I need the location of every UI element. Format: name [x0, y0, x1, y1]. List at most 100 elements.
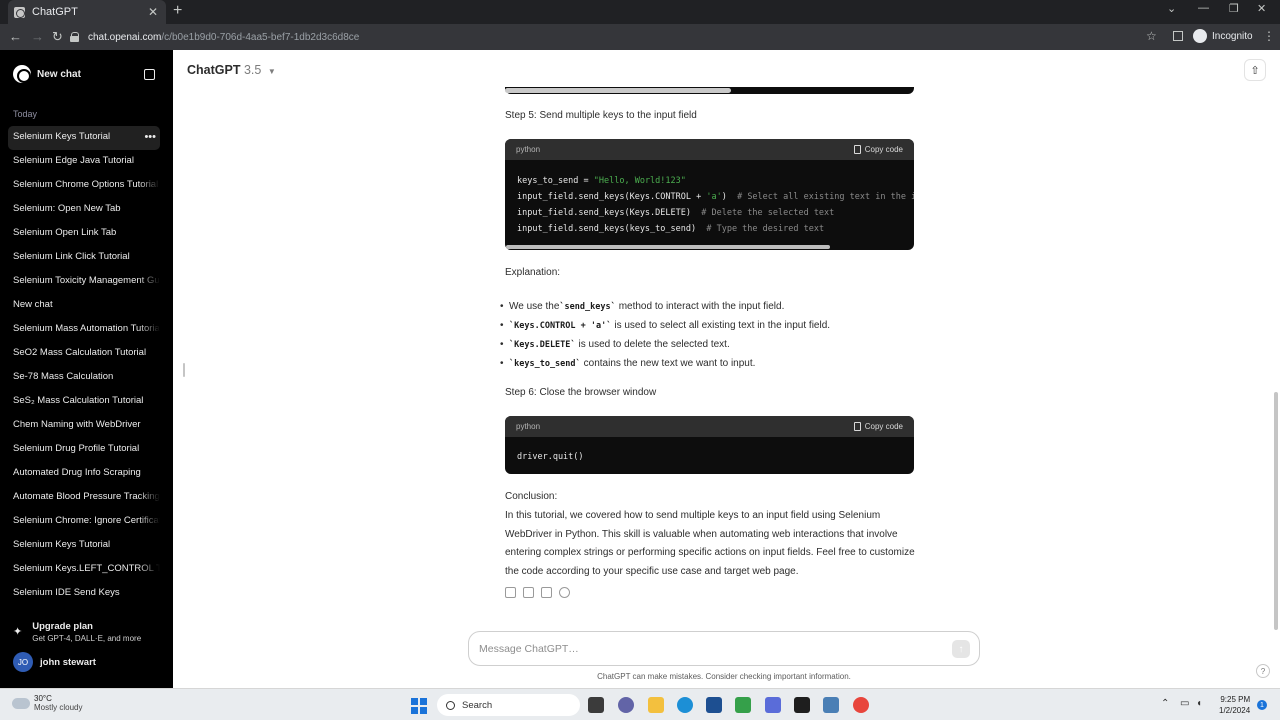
code-header: python Copy code	[505, 139, 914, 160]
copy-code-button[interactable]: Copy code	[853, 422, 903, 431]
tab-search-icon[interactable]: ⌄	[1167, 2, 1176, 15]
taskbar-search[interactable]: Search	[437, 694, 580, 716]
vpn-app-icon[interactable]	[765, 697, 781, 713]
browser-menu-icon[interactable]: ⋮	[1263, 29, 1275, 43]
history-item[interactable]: Selenium IDE Send Keys	[8, 582, 160, 606]
thumbs-down-icon[interactable]	[541, 587, 552, 598]
history-item[interactable]: Se-78 Mass Calculation	[8, 366, 160, 390]
browser-tab[interactable]: ChatGPT ✕	[8, 0, 166, 24]
forward-icon[interactable]: →	[31, 29, 44, 44]
close-tab-icon[interactable]: ✕	[146, 5, 160, 19]
history-item[interactable]: Chem Naming with WebDriver	[8, 414, 160, 438]
weather-temperature: 30°C	[34, 694, 52, 703]
code-scrollbar[interactable]	[506, 245, 830, 249]
thumbs-up-icon[interactable]	[523, 587, 534, 598]
new-tab-icon[interactable]: +	[173, 2, 182, 20]
history-item[interactable]: Selenium Chrome: Ignore Certificate	[8, 510, 160, 534]
step6-title: Step 6: Close the browser window	[505, 387, 657, 398]
sidebar: New chat Today Selenium Keys Tutorial •••…	[0, 50, 173, 688]
reload-icon[interactable]: ↻	[52, 29, 63, 45]
avatar: JO	[13, 652, 33, 672]
history-item[interactable]: Selenium Keys.LEFT_CONTROL Tutorial	[8, 558, 160, 582]
browser-tab-bar: ChatGPT ✕ + ⌄ — ❐ ✕	[0, 0, 1280, 24]
network-icon[interactable]: ▭	[1180, 698, 1189, 709]
bookmark-star-icon[interactable]: ☆	[1146, 29, 1157, 43]
history-item[interactable]: Automate Blood Pressure Tracking	[8, 486, 160, 510]
file-explorer-icon[interactable]	[648, 697, 664, 713]
history-item[interactable]: Selenium Toxicity Management Guide	[8, 270, 160, 294]
store-icon[interactable]	[706, 697, 722, 713]
notification-badge[interactable]: 1	[1257, 700, 1267, 710]
message-input[interactable]	[479, 640, 919, 658]
code-scrollbar[interactable]	[505, 88, 731, 93]
history-item[interactable]: Selenium: Open New Tab	[8, 198, 160, 222]
message-actions	[505, 587, 577, 598]
code-line: input_field.send_keys(keys_to_send) # Ty…	[517, 224, 825, 234]
user-menu[interactable]: JO john stewart	[13, 652, 96, 672]
chevron-up-icon[interactable]: ⌃	[1161, 698, 1169, 709]
edge-browser-icon[interactable]	[677, 697, 693, 713]
history-item[interactable]: Selenium Chrome Options Tutorial	[8, 174, 160, 198]
close-window-icon[interactable]: ✕	[1257, 2, 1266, 15]
model-selector[interactable]: ChatGPT 3.5 ▼	[187, 63, 276, 77]
side-panel-icon[interactable]	[1173, 31, 1183, 41]
cloud-icon	[12, 697, 30, 709]
sidebar-toggle-handle[interactable]	[183, 363, 185, 377]
date: 1/2/2024	[1219, 706, 1251, 715]
send-button[interactable]: ↑	[952, 640, 970, 658]
copy-icon[interactable]	[505, 587, 516, 598]
chatgpt-favicon-icon	[14, 6, 25, 18]
chat-app-icon[interactable]	[618, 697, 634, 713]
history-section-label: Today	[13, 109, 38, 119]
history-item[interactable]: Selenium Keys Tutorial	[8, 534, 160, 558]
new-chat-button[interactable]: New chat	[8, 62, 160, 86]
upgrade-plan-button[interactable]: ✦ Upgrade plan Get GPT-4, DALL·E, and mo…	[13, 621, 141, 643]
help-button[interactable]: ?	[1256, 664, 1270, 678]
share-button[interactable]: ⇧	[1244, 59, 1266, 81]
time: 9:25 PM	[1220, 695, 1251, 704]
history-item[interactable]: Selenium Edge Java Tutorial	[8, 150, 160, 174]
history-item[interactable]: SeS₂ Mass Calculation Tutorial	[8, 390, 160, 414]
back-icon[interactable]: ←	[9, 29, 22, 44]
history-item[interactable]: Automated Drug Info Scraping	[8, 462, 160, 486]
clipboard-icon	[853, 145, 861, 154]
history-item[interactable]: Selenium Open Link Tab	[8, 222, 160, 246]
url-bar[interactable]: chat.openai.com/c/b0e1b9d0-706d-4aa5-bef…	[70, 26, 1165, 48]
clock[interactable]: 9:25 PM 1/2/2024	[1219, 694, 1250, 716]
clipboard-icon	[853, 422, 861, 431]
arrow-up-icon: ↑	[958, 643, 964, 655]
list-item: • We use the `send_keys` method to intera…	[500, 301, 785, 312]
url-path: /c/b0e1b9d0-706d-4aa5-bef7-1db2d3c6d8ce	[161, 31, 360, 43]
history-item[interactable]: Selenium Drug Profile Tutorial	[8, 438, 160, 462]
history-item[interactable]: New chat	[8, 294, 160, 318]
code-line: keys_to_send = "Hello, World!123"	[517, 176, 686, 186]
chrome-browser-icon[interactable]	[853, 697, 869, 713]
history-item[interactable]: Selenium Keys Tutorial •••	[8, 126, 160, 150]
minimize-icon[interactable]: —	[1198, 2, 1209, 14]
incognito-indicator[interactable]: Incognito	[1193, 29, 1253, 43]
openai-logo-icon	[13, 65, 31, 83]
edit-icon[interactable]	[144, 68, 155, 80]
copy-code-button[interactable]: Copy code	[853, 145, 903, 154]
volume-icon[interactable]: ◖	[1196, 698, 1202, 709]
terminal-icon[interactable]	[794, 697, 810, 713]
history-item[interactable]: Selenium Mass Automation Tutorial	[8, 318, 160, 342]
task-view-icon[interactable]	[588, 697, 604, 713]
taskbar: 30°C Mostly cloudy Search ⌃ ▭ ◖ 9:25 PM …	[0, 688, 1280, 720]
code-line: input_field.send_keys(Keys.DELETE) # Del…	[517, 208, 835, 218]
restore-icon[interactable]: ❐	[1229, 2, 1239, 15]
more-options-icon[interactable]: •••	[144, 126, 156, 148]
previous-code-block	[505, 87, 914, 94]
page-scrollbar[interactable]	[1274, 392, 1278, 630]
windows-start-icon[interactable]	[411, 698, 427, 714]
regenerate-icon[interactable]	[559, 587, 570, 598]
code-content: driver.quit()	[517, 452, 584, 462]
excel-like-app-icon[interactable]	[735, 697, 751, 713]
weather-widget[interactable]: 30°C Mostly cloudy	[12, 694, 82, 712]
history-item[interactable]: Selenium Link Click Tutorial	[8, 246, 160, 270]
conclusion-label: Conclusion:	[505, 491, 558, 502]
new-chat-label: New chat	[37, 68, 81, 80]
remote-desktop-icon[interactable]	[823, 697, 839, 713]
history-item[interactable]: SeO2 Mass Calculation Tutorial	[8, 342, 160, 366]
code-block-step5: python Copy code keys_to_send = "Hello, …	[505, 139, 914, 250]
